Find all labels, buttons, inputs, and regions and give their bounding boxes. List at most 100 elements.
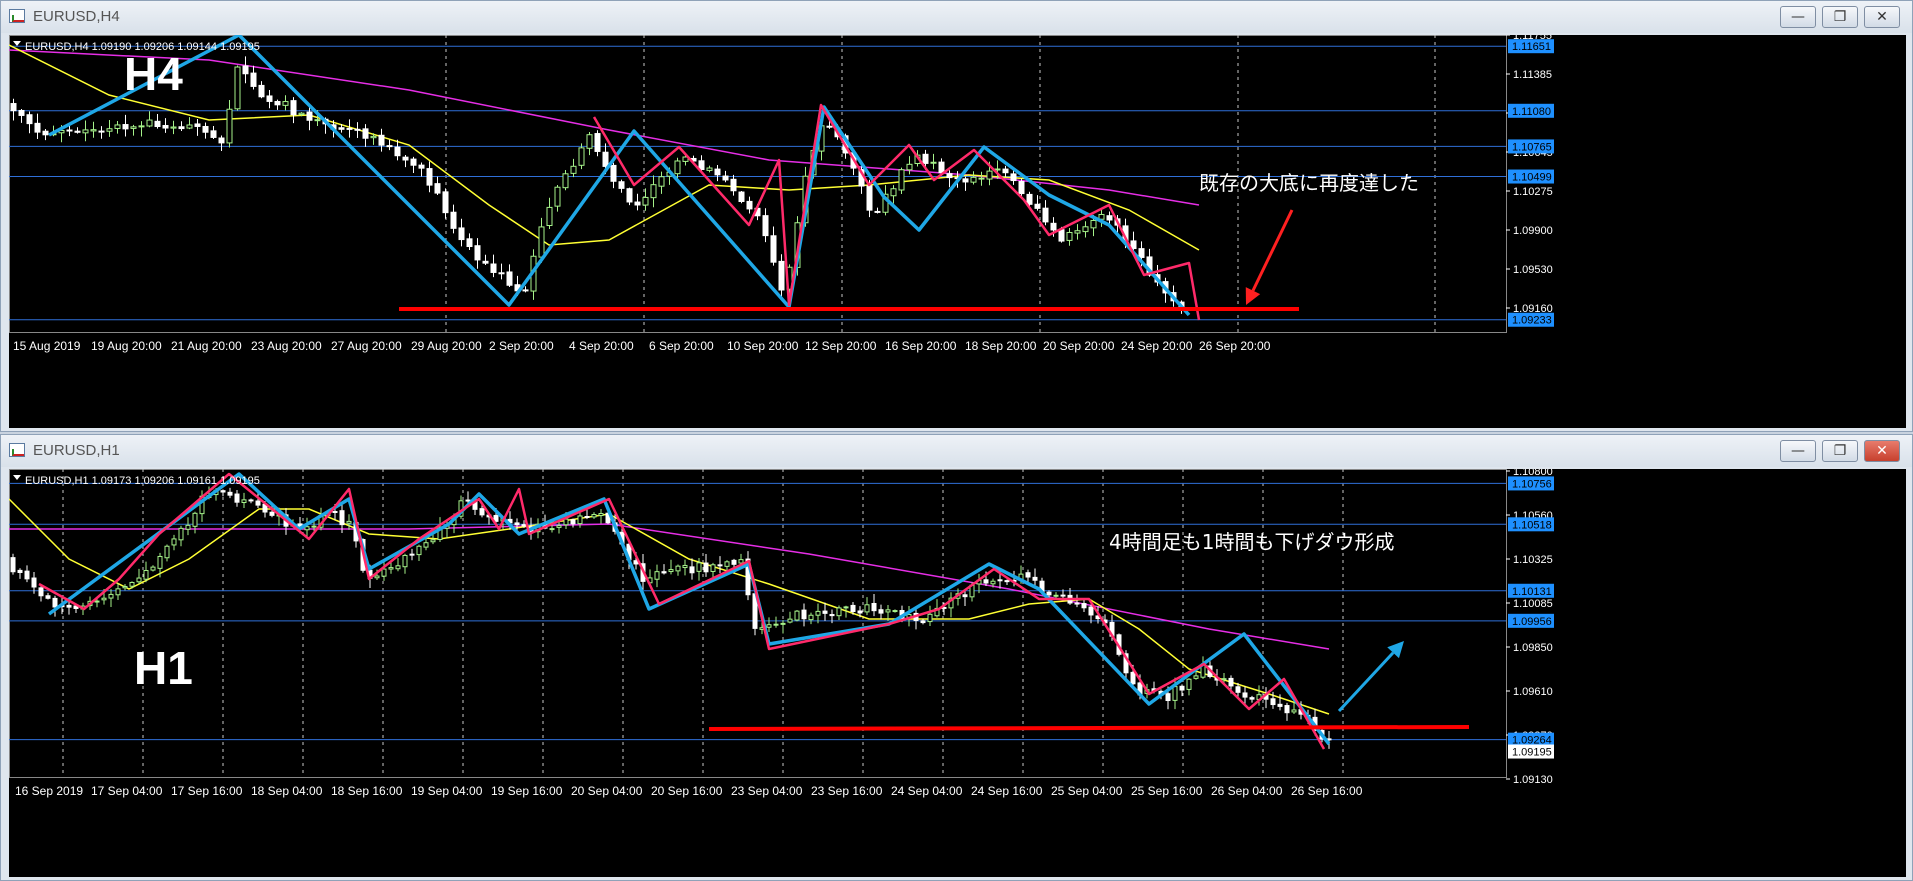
support-line (708, 725, 1470, 731)
candle-bear (498, 272, 505, 275)
date-tick-label: 24 Sep 20:00 (1121, 339, 1193, 353)
candle-bull (1066, 232, 1073, 241)
annotation-arrow (1251, 209, 1294, 292)
level-price-label: 1.11651 (1512, 41, 1551, 53)
candle-bull (282, 101, 289, 106)
candle-bull (423, 542, 429, 548)
maximize-button[interactable]: ❐ (1822, 6, 1858, 28)
candle-bull (226, 108, 233, 144)
candle-bull (101, 597, 107, 601)
candle-bear (962, 178, 969, 183)
candle-bull (836, 607, 842, 617)
candle-bull (773, 623, 779, 626)
candle-bear (938, 161, 945, 174)
candle-bull (185, 524, 191, 530)
date-tick-label: 19 Aug 20:00 (91, 339, 162, 353)
candle-bear (442, 191, 449, 214)
price-chart-h1[interactable]: EURUSD,H1 1.09173 1.09206 1.09161 1.0919… (9, 469, 1906, 877)
candle-bull (906, 163, 913, 171)
candle-bull (146, 119, 153, 127)
candle-bull (556, 525, 562, 528)
chart-canvas[interactable]: EURUSD,H4 1.09190 1.09206 1.09144 1.0919… (9, 35, 1906, 428)
candle-bull (374, 575, 380, 579)
price-tick-label: 1.09850 (1513, 642, 1553, 654)
candle-bull (570, 165, 577, 174)
candle-bull (668, 569, 674, 573)
candle-bull (186, 124, 193, 129)
candle-bear (1050, 222, 1057, 231)
date-tick-label: 25 Sep 04:00 (1051, 784, 1123, 798)
candle-bull (591, 514, 597, 518)
chart-window-icon (9, 9, 25, 23)
price-tick-label: 1.11385 (1513, 69, 1552, 81)
zigzag-blue-line (47, 472, 1331, 746)
annotation-text: 4時間足も1時間も下げダウ形成 (1109, 530, 1394, 554)
candle-bear (770, 235, 777, 263)
date-tick-label: 23 Sep 04:00 (731, 784, 803, 798)
price-chart-h4[interactable]: EURUSD,H4 1.09190 1.09206 1.09144 1.0919… (9, 35, 1906, 428)
candle-bull (94, 600, 100, 603)
candle-bear (409, 553, 415, 556)
candle-bull (114, 124, 121, 129)
candle-bear (1002, 168, 1009, 174)
level-price-label: 1.10518 (1512, 519, 1552, 531)
date-tick-label: 4 Sep 20:00 (569, 339, 634, 353)
candle-bear (210, 130, 217, 138)
candle-bull (682, 564, 688, 569)
date-tick-label: 16 Sep 2019 (15, 784, 83, 798)
candle-bull (241, 499, 247, 504)
candle-bear (338, 127, 345, 130)
candle-bull (890, 188, 897, 197)
chart-window-h1[interactable]: EURUSD,H1 — ❐ ✕ EURUSD,H1 1.09173 1.0920… (0, 434, 1913, 881)
candle-bear (521, 524, 527, 527)
date-tick-label: 18 Sep 20:00 (965, 339, 1037, 353)
candle-bear (378, 134, 385, 146)
close-button[interactable]: ✕ (1864, 6, 1900, 28)
level-price-label: 1.10765 (1512, 141, 1552, 153)
minimize-button[interactable]: — (1780, 6, 1816, 28)
candle-bear (31, 577, 37, 588)
candle-bear (962, 594, 968, 598)
candle-bull (578, 147, 585, 166)
price-tick-label: 1.10325 (1513, 554, 1553, 566)
candle-bull (1221, 678, 1227, 681)
candle-bull (577, 515, 583, 525)
price-tick-label: 1.09610 (1513, 686, 1553, 698)
candle-bull (563, 518, 569, 526)
candle-bear (42, 130, 49, 136)
candle-bull (82, 129, 89, 134)
candle-bull (650, 184, 657, 199)
date-tick-label: 19 Sep 16:00 (491, 784, 563, 798)
candle-bull (108, 593, 114, 599)
chart-canvas[interactable]: EURUSD,H1 1.09173 1.09206 1.09161 1.0919… (9, 469, 1906, 877)
candle-bull (402, 554, 408, 568)
maximize-button[interactable]: ❐ (1822, 440, 1858, 462)
price-tick-label: 1.10275 (1513, 186, 1553, 198)
candle-bear (626, 188, 633, 203)
plot-frame (9, 469, 1507, 778)
candle-bear (1242, 692, 1248, 698)
close-button[interactable]: ✕ (1864, 440, 1900, 462)
candle-bull (106, 128, 113, 132)
candle-bear (946, 173, 953, 179)
date-tick-label: 18 Sep 04:00 (251, 784, 323, 798)
candle-bear (66, 604, 72, 608)
candle-bull (143, 570, 149, 580)
date-tick-label: 19 Sep 04:00 (411, 784, 483, 798)
minimize-button[interactable]: — (1780, 440, 1816, 462)
window-titlebar[interactable]: EURUSD,H4 — ❐ ✕ (1, 1, 1912, 33)
date-tick-label: 15 Aug 2019 (13, 339, 81, 353)
candle-bull (706, 167, 713, 171)
candle-bear (1026, 193, 1033, 205)
candle-bear (1130, 671, 1136, 685)
window-titlebar[interactable]: EURUSD,H1 — ❐ ✕ (1, 435, 1912, 467)
candle-bear (1032, 576, 1038, 581)
candle-bull (930, 161, 937, 164)
chart-window-h4[interactable]: EURUSD,H4 — ❐ ✕ EURUSD,H4 1.09190 1.0920… (0, 0, 1913, 432)
zigzag-red-line (38, 472, 1326, 750)
candle-bull (538, 226, 545, 258)
candle-bear (866, 185, 873, 211)
candle-bull (170, 126, 177, 129)
date-tick-label: 25 Sep 16:00 (1131, 784, 1203, 798)
candle-bull (549, 528, 555, 531)
